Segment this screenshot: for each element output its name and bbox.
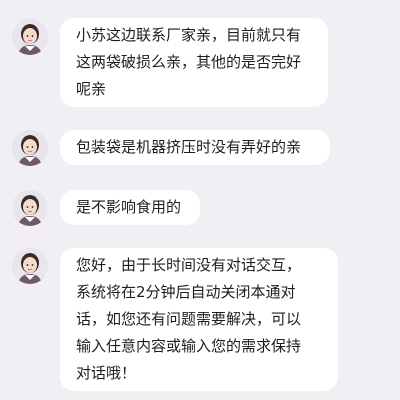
agent-avatar-icon[interactable] bbox=[12, 130, 48, 166]
message-bubble[interactable]: 您好，由于长时间没有对话交互， 系统将在2分钟后自动关闭本通对 话，如您还有问题… bbox=[60, 248, 338, 391]
message-bubble[interactable]: 是不影响食用的 bbox=[60, 190, 200, 225]
message-line: 输入任意内容或输入您的需求保持 bbox=[76, 337, 302, 355]
agent-avatar-icon[interactable] bbox=[12, 248, 48, 284]
message-line: 系统将在2分钟后自动关闭本通对 bbox=[76, 283, 296, 301]
message-line: 话，如您还有问题需要解决，可以 bbox=[76, 310, 302, 328]
message-bubble[interactable]: 包装袋是机器挤压时没有弄好的亲 bbox=[60, 130, 330, 165]
agent-avatar-icon[interactable] bbox=[12, 190, 48, 226]
message-bubble[interactable]: 小苏这边联系厂家亲，目前就只有 这两袋破损么亲，其他的是否完好 呢亲 bbox=[60, 18, 328, 107]
message-line: 包装袋是机器挤压时没有弄好的亲 bbox=[76, 138, 302, 156]
message-line: 您好，由于长时间没有对话交互， bbox=[76, 256, 302, 274]
message-line: 小苏这边联系厂家亲，目前就只有 bbox=[76, 26, 302, 44]
message-line: 这两袋破损么亲，其他的是否完好 bbox=[76, 53, 302, 71]
chat-conversation: 小苏这边联系厂家亲，目前就只有 这两袋破损么亲，其他的是否完好 呢亲 包装袋是机… bbox=[0, 0, 400, 400]
agent-avatar-icon[interactable] bbox=[12, 19, 48, 55]
message-line: 是不影响食用的 bbox=[76, 198, 182, 216]
message-line: 呢亲 bbox=[76, 80, 107, 98]
message-line: 对话哦！ bbox=[76, 364, 137, 382]
